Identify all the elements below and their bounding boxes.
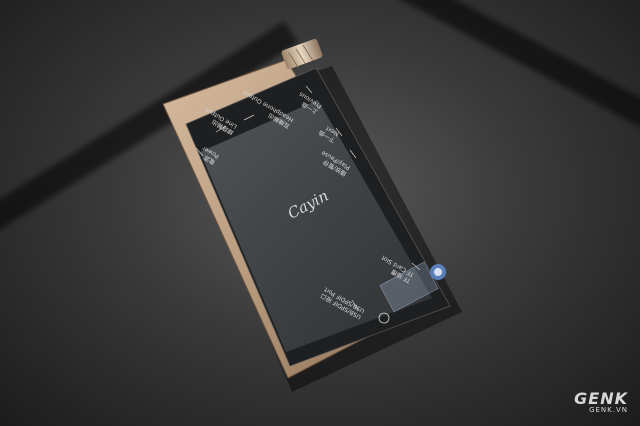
watermark: GENK GENK.VN xyxy=(574,389,628,414)
photo-scene: Cayin 線路輸出 Line Output 耳機輸出 Headphone Ou… xyxy=(0,0,640,426)
music-player-device: Cayin xyxy=(162,38,462,392)
volume-knob xyxy=(281,38,323,70)
